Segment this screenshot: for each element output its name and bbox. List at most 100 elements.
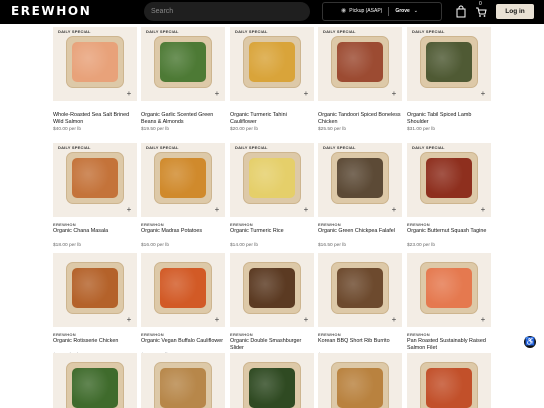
add-to-cart-icon[interactable]: +	[390, 90, 398, 98]
product-name[interactable]: Organic Rotisserie Chicken	[53, 338, 137, 345]
product-name[interactable]: Organic Madras Potatoes	[141, 228, 225, 235]
product-name[interactable]: Organic Turmeric Tahini Cauliflower	[230, 112, 314, 126]
product-name[interactable]: Organic Double Smashburger Slider	[230, 338, 314, 352]
daily-special-badge: DAILY SPECIAL	[323, 29, 356, 34]
food-tray	[243, 262, 301, 314]
product-image[interactable]: +	[407, 353, 491, 408]
product-price: $14.00 per lb	[230, 243, 259, 248]
product-price: $31.00 per lb	[407, 127, 436, 132]
food-photo	[160, 158, 206, 198]
product-image[interactable]: DAILY SPECIAL +	[407, 143, 491, 217]
add-to-cart-icon[interactable]: +	[125, 316, 133, 324]
product-image[interactable]: DAILY SPECIAL +	[230, 143, 314, 217]
daily-special-badge: DAILY SPECIAL	[58, 145, 91, 150]
daily-special-badge: DAILY SPECIAL	[412, 145, 445, 150]
food-photo	[72, 42, 118, 82]
product-image[interactable]: +	[141, 353, 225, 408]
product-name[interactable]: Organic Tandoori Spiced Boneless Chicken	[318, 112, 402, 126]
product-name[interactable]: Organic Green Chickpea Falafel	[318, 228, 402, 235]
add-to-cart-icon[interactable]: +	[479, 90, 487, 98]
product-brand: EREWHON	[141, 332, 164, 337]
food-tray	[66, 152, 124, 204]
add-to-cart-icon[interactable]: +	[390, 206, 398, 214]
product-image[interactable]: DAILY SPECIAL +	[141, 27, 225, 101]
add-to-cart-icon[interactable]: +	[125, 90, 133, 98]
product-name[interactable]: Organic Chana Masala	[53, 228, 137, 235]
location-pin-icon: ◉	[341, 8, 347, 14]
product-brand: EREWHON	[53, 332, 76, 337]
daily-special-badge: DAILY SPECIAL	[235, 145, 268, 150]
product-name[interactable]: Organic Butternut Squash Tagine	[407, 228, 491, 235]
product-price: $20.00 per lb	[230, 127, 259, 132]
add-to-cart-icon[interactable]: +	[479, 206, 487, 214]
product-image[interactable]: DAILY SPECIAL +	[318, 143, 402, 217]
product-image[interactable]: DAILY SPECIAL +	[53, 143, 137, 217]
food-tray	[154, 262, 212, 314]
product-image[interactable]: +	[318, 253, 402, 327]
product-brand: EREWHON	[318, 332, 341, 337]
product-name[interactable]: Korean BBQ Short Rib Burrito	[318, 338, 402, 345]
product-image[interactable]: DAILY SPECIAL +	[53, 27, 137, 101]
search-input[interactable]: Search	[144, 2, 310, 21]
product-image[interactable]: +	[318, 353, 402, 408]
food-tray	[66, 36, 124, 88]
product-image[interactable]: +	[141, 253, 225, 327]
daily-special-badge: DAILY SPECIAL	[146, 29, 179, 34]
product-name[interactable]: Pan Roasted Sustainably Raised Salmon Fi…	[407, 338, 491, 352]
food-tray	[243, 36, 301, 88]
add-to-cart-icon[interactable]: +	[302, 90, 310, 98]
product-brand: EREWHON	[407, 332, 430, 337]
product-image[interactable]: DAILY SPECIAL +	[318, 27, 402, 101]
product-name[interactable]: Whole-Roasted Sea Salt Brined Wild Salmo…	[53, 112, 137, 126]
shopping-bag-icon[interactable]	[455, 5, 467, 18]
add-to-cart-icon[interactable]: +	[213, 316, 221, 324]
product-name[interactable]: Organic Garlic Scented Green Beans & Alm…	[141, 112, 225, 126]
add-to-cart-icon[interactable]: +	[390, 316, 398, 324]
product-name[interactable]: Organic Tabil Spiced Lamb Shoulder	[407, 112, 491, 126]
add-to-cart-icon[interactable]: +	[213, 206, 221, 214]
product-price: $23.00 per lb	[407, 243, 436, 248]
food-photo	[249, 158, 295, 198]
food-photo	[337, 268, 383, 308]
food-tray	[243, 362, 301, 408]
pickup-location-selector[interactable]: ◉ Pickup (ASAP) Grove ⌄	[322, 2, 442, 21]
product-image[interactable]: DAILY SPECIAL +	[230, 27, 314, 101]
divider	[388, 7, 390, 16]
add-to-cart-icon[interactable]: +	[213, 90, 221, 98]
product-name[interactable]: Organic Turmeric Rice	[230, 228, 314, 235]
food-photo	[72, 368, 118, 408]
add-to-cart-icon[interactable]: +	[302, 206, 310, 214]
food-photo	[426, 268, 472, 308]
accessibility-icon[interactable]: ♿	[524, 336, 536, 348]
food-photo	[160, 268, 206, 308]
product-image[interactable]: +	[230, 353, 314, 408]
food-photo	[337, 368, 383, 408]
product-image[interactable]: +	[407, 253, 491, 327]
product-image[interactable]: +	[53, 353, 137, 408]
daily-special-badge: DAILY SPECIAL	[58, 29, 91, 34]
product-brand: EREWHON	[230, 332, 253, 337]
food-photo	[337, 158, 383, 198]
product-image[interactable]: DAILY SPECIAL +	[141, 143, 225, 217]
food-photo	[337, 42, 383, 82]
food-tray	[154, 152, 212, 204]
login-button[interactable]: Log in	[496, 4, 534, 19]
food-photo	[249, 368, 295, 408]
product-image[interactable]: +	[53, 253, 137, 327]
add-to-cart-icon[interactable]: +	[479, 316, 487, 324]
food-tray	[66, 362, 124, 408]
erewhon-logo[interactable]: EREWHON	[11, 4, 91, 18]
pickup-label: Pickup (ASAP)	[349, 8, 383, 14]
store-label: Grove	[395, 8, 410, 14]
product-image[interactable]: +	[230, 253, 314, 327]
food-photo	[426, 368, 472, 408]
food-tray	[154, 36, 212, 88]
food-photo	[426, 42, 472, 82]
product-image[interactable]: DAILY SPECIAL +	[407, 27, 491, 101]
food-photo	[249, 42, 295, 82]
add-to-cart-icon[interactable]: +	[302, 316, 310, 324]
food-tray	[420, 262, 478, 314]
add-to-cart-icon[interactable]: +	[125, 206, 133, 214]
food-tray	[420, 362, 478, 408]
product-name[interactable]: Organic Vegan Buffalo Cauliflower	[141, 338, 225, 345]
